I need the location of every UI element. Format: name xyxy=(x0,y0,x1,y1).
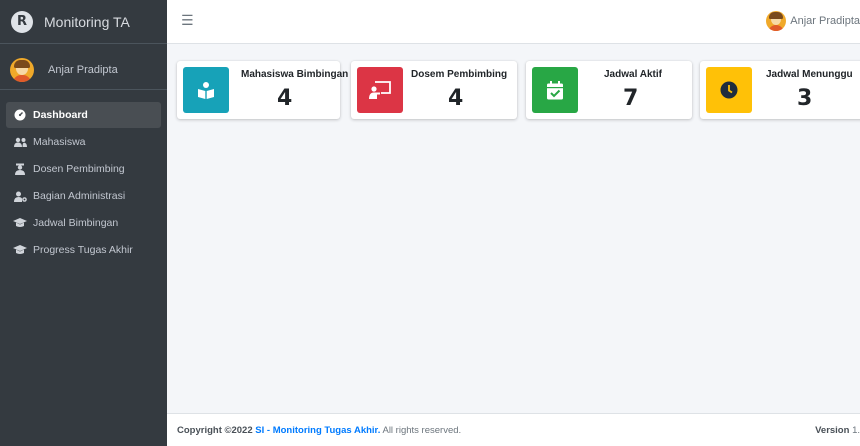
graduation-cap-icon xyxy=(13,217,27,229)
avatar xyxy=(766,11,787,31)
user-name: Anjar Pradipta xyxy=(48,63,118,76)
info-box-title: Dosem Pembimbing xyxy=(411,69,508,80)
footer-version: Version 1. xyxy=(815,425,860,436)
sidebar-item-label: Bagian Administrasi xyxy=(33,190,126,202)
sidebar-item-bagian-administrasi[interactable]: Bagian Administrasi xyxy=(6,183,161,209)
info-box-title: Mahasiswa Bimbingan xyxy=(241,69,349,80)
info-box-value: 3 xyxy=(797,86,813,111)
user-cog-icon xyxy=(13,190,27,202)
teacher-icon xyxy=(13,163,27,175)
info-box-title: Jadwal Menunggu xyxy=(766,69,853,80)
sidebar-item-jadwal-bimbingan[interactable]: Jadwal Bimbingan xyxy=(6,210,161,236)
user-panel[interactable]: Anjar Pradipta xyxy=(0,50,167,90)
sidebar-item-progress-tugas-akhir[interactable]: Progress Tugas Akhir xyxy=(6,237,161,263)
info-box-value: 4 xyxy=(448,86,464,111)
sidebar-item-mahasiswa[interactable]: Mahasiswa xyxy=(6,129,161,155)
info-box-title: Jadwal Aktif xyxy=(604,69,662,80)
footer-link[interactable]: SI - Monitoring Tugas Akhir. xyxy=(255,425,380,436)
footer-copyright: Copyright ©2022 SI - Monitoring Tugas Ak… xyxy=(177,425,462,436)
chalkboard-teacher-icon xyxy=(357,67,403,113)
hamburger-icon[interactable]: ☰ xyxy=(181,13,194,29)
info-box-dosem-pembimbing[interactable]: Dosem Pembimbing 4 xyxy=(351,61,517,119)
sidebar-item-label: Progress Tugas Akhir xyxy=(33,244,133,256)
brand-logo-icon: R xyxy=(11,10,33,33)
main-content: Mahasiswa Bimbingan 4 Dosem Pembimbing 4… xyxy=(167,45,860,413)
sidebar: R Monitoring TA Anjar Pradipta Dashboard… xyxy=(0,0,167,446)
users-icon xyxy=(13,136,27,148)
sidebar-item-label: Mahasiswa xyxy=(33,136,86,148)
footer: Copyright ©2022 SI - Monitoring Tugas Ak… xyxy=(167,413,860,446)
brand-name: Monitoring TA xyxy=(44,13,130,30)
book-reader-icon xyxy=(183,67,229,113)
top-user-name: Anjar Pradipta xyxy=(790,15,860,27)
dashboard-icon xyxy=(13,109,27,121)
avatar xyxy=(10,57,34,82)
sidebar-item-label: Jadwal Bimbingan xyxy=(33,217,119,229)
info-box-value: 7 xyxy=(623,86,639,111)
info-box-value: 4 xyxy=(277,86,293,111)
sidebar-item-label: Dosen Pembimbing xyxy=(33,163,125,175)
info-box-jadwal-aktif[interactable]: Jadwal Aktif 7 xyxy=(526,61,692,119)
top-user-menu[interactable]: Anjar Pradipta xyxy=(766,11,860,31)
sidebar-nav: Dashboard Mahasiswa Dosen Pembimbing Bag… xyxy=(0,102,167,263)
top-navbar: ☰ Anjar Pradipta xyxy=(167,0,860,44)
sidebar-item-dashboard[interactable]: Dashboard xyxy=(6,102,161,128)
sidebar-item-dosen-pembimbing[interactable]: Dosen Pembimbing xyxy=(6,156,161,182)
clock-icon xyxy=(706,67,752,113)
info-box-mahasiswa-bimbingan[interactable]: Mahasiswa Bimbingan 4 xyxy=(177,61,348,119)
info-box-jadwal-menunggu[interactable]: Jadwal Menunggu 3 xyxy=(700,61,860,119)
sidebar-item-label: Dashboard xyxy=(33,109,88,121)
brand-link[interactable]: R Monitoring TA xyxy=(0,0,167,44)
graduation-cap-icon xyxy=(13,244,27,256)
calendar-check-icon xyxy=(532,67,578,113)
